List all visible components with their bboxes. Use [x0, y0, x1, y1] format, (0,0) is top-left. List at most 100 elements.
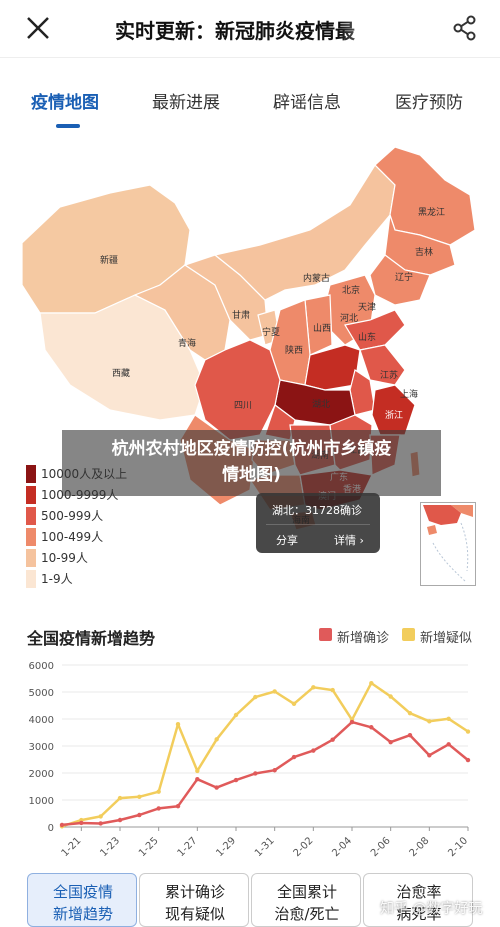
data-point-suspected [175, 722, 181, 727]
app-header: 实时更新：新冠肺炎疫情最 [0, 0, 500, 58]
label-sichuan: 四川 [234, 401, 252, 411]
close-icon[interactable] [24, 14, 52, 42]
tab-line-1: 全国累计 [276, 883, 337, 901]
data-point-suspected [369, 680, 374, 686]
legend-label: 1-9人 [41, 572, 73, 586]
label-inner-mongolia: 内蒙古 [303, 272, 330, 284]
tooltip-detail-link[interactable]: 详情 › [334, 532, 364, 548]
data-point-confirmed [291, 754, 297, 760]
legend-swatch [26, 549, 36, 567]
tab-line-2: 现有疑似 [164, 905, 225, 923]
y-tick-label: 1000 [29, 796, 54, 807]
data-point-confirmed [79, 820, 84, 826]
data-point-suspected [156, 789, 161, 794]
data-point-suspected [137, 794, 142, 800]
x-tick-label: 2-02 [292, 835, 316, 859]
legend-row: 100-499人 [24, 526, 184, 546]
inset-map [423, 505, 473, 582]
suspected-legend-label: 新增疑似 [420, 631, 473, 646]
label-qinghai: 青海 [178, 337, 196, 349]
data-point-suspected [272, 689, 277, 694]
label-shandong: 山东 [358, 331, 376, 343]
legend-row: 10000人及以上 [24, 463, 184, 483]
x-tick-label: 2-10 [446, 835, 470, 859]
tab-epidemic-map[interactable]: 疫情地图 [31, 88, 99, 113]
data-point-suspected [407, 711, 413, 716]
watermark: 知乎 @数字好玩 [380, 901, 483, 917]
y-tick-label: 6000 [29, 661, 54, 672]
legend-row: 10-99人 [24, 547, 184, 567]
label-hebei: 河北 [340, 312, 358, 324]
data-point-confirmed [233, 777, 239, 783]
label-tibet: 西藏 [112, 367, 130, 379]
legend-row: 1000-9999人 [24, 484, 184, 504]
data-point-suspected [446, 716, 451, 721]
data-point-confirmed [407, 733, 413, 738]
data-point-confirmed [253, 771, 258, 776]
legend-swatch [26, 486, 36, 504]
data-point-confirmed [175, 804, 181, 809]
data-point-suspected [253, 694, 258, 700]
tab-line-2: 治愈/死亡 [274, 905, 340, 923]
legend-label: 10-99人 [41, 551, 88, 565]
title-fade [340, 8, 410, 52]
data-point-suspected [330, 687, 335, 693]
confirmed-legend-label: 新增确诊 [337, 631, 390, 646]
label-shanghai: 上海 [400, 388, 418, 400]
share-icon[interactable] [452, 15, 478, 41]
data-point-confirmed [137, 812, 142, 818]
data-point-confirmed [446, 742, 451, 747]
data-point-confirmed [117, 817, 123, 823]
label-heilongjiang: 黑龙江 [418, 206, 445, 218]
data-point-suspected [117, 795, 123, 801]
y-tick-label: 3000 [29, 742, 54, 753]
legend-label: 100-499人 [41, 530, 104, 544]
data-point-confirmed [388, 739, 393, 745]
y-tick-label: 2000 [29, 769, 54, 780]
tooltip-title: 湖北：31728确诊 [272, 504, 362, 517]
active-tab-indicator [56, 124, 80, 128]
legend-label: 10000人及以上 [41, 467, 128, 481]
data-point-confirmed [98, 821, 103, 826]
tab-cured-dead[interactable]: 全国累计 治愈/死亡 [251, 873, 361, 927]
tab-latest-progress[interactable]: 最新进展 [152, 88, 220, 113]
x-tick-label: 1-21 [60, 835, 84, 859]
x-tick-label: 2-04 [330, 835, 354, 859]
y-tick-label: 0 [48, 823, 54, 834]
label-shanxi: 山西 [313, 323, 331, 334]
tab-bar: 疫情地图 最新进展 辟谣信息 医疗预防 [0, 80, 500, 130]
label-ningxia: 宁夏 [262, 326, 280, 338]
data-point-confirmed [330, 737, 335, 742]
data-point-suspected [427, 719, 432, 724]
data-point-confirmed [427, 753, 432, 758]
data-point-confirmed [369, 725, 374, 730]
tooltip-share-link[interactable]: 分享 [276, 532, 298, 548]
legend-swatch [26, 528, 36, 546]
confirmed-legend-swatch [319, 628, 332, 641]
tab-line-1: 全国疫情 [52, 883, 113, 901]
legend-label: 500-999人 [41, 509, 104, 523]
label-gansu: 甘肃 [232, 309, 250, 321]
tab-rumor-info[interactable]: 辟谣信息 [273, 88, 341, 113]
data-point-suspected [465, 729, 471, 734]
label-zhejiang: 浙江 [385, 409, 403, 421]
trend-line-chart[interactable]: 0 1000 2000 3000 4000 5000 6000 1-21 1-23 1-25 1-2… [0, 650, 500, 865]
data-point-confirmed [214, 785, 219, 790]
data-point-confirmed [465, 757, 471, 763]
tooltip-divider [266, 524, 370, 525]
legend-row: 1-9人 [24, 568, 184, 588]
data-point-suspected [388, 694, 393, 699]
tab-cumulative-confirmed[interactable]: 累计确诊 现有疑似 [139, 873, 249, 927]
x-tick-label: 1-25 [137, 835, 161, 859]
legend-label: 1000-9999人 [41, 488, 119, 502]
suspected-legend-swatch [402, 628, 415, 641]
tab-medical-prevention[interactable]: 医疗预防 [395, 88, 463, 113]
data-point-suspected [195, 768, 200, 774]
banner-line-1: 杭州农村地区疫情防控(杭州市乡镇疫 [111, 439, 392, 459]
tab-new-trend[interactable]: 全国疫情 新增趋势 [27, 873, 137, 927]
data-point-suspected [311, 685, 316, 690]
tab-line-2: 新增趋势 [52, 905, 113, 923]
x-tick-label: 1-31 [253, 835, 277, 859]
label-hubei: 湖北 [312, 399, 330, 410]
y-tick-label: 5000 [29, 688, 54, 699]
